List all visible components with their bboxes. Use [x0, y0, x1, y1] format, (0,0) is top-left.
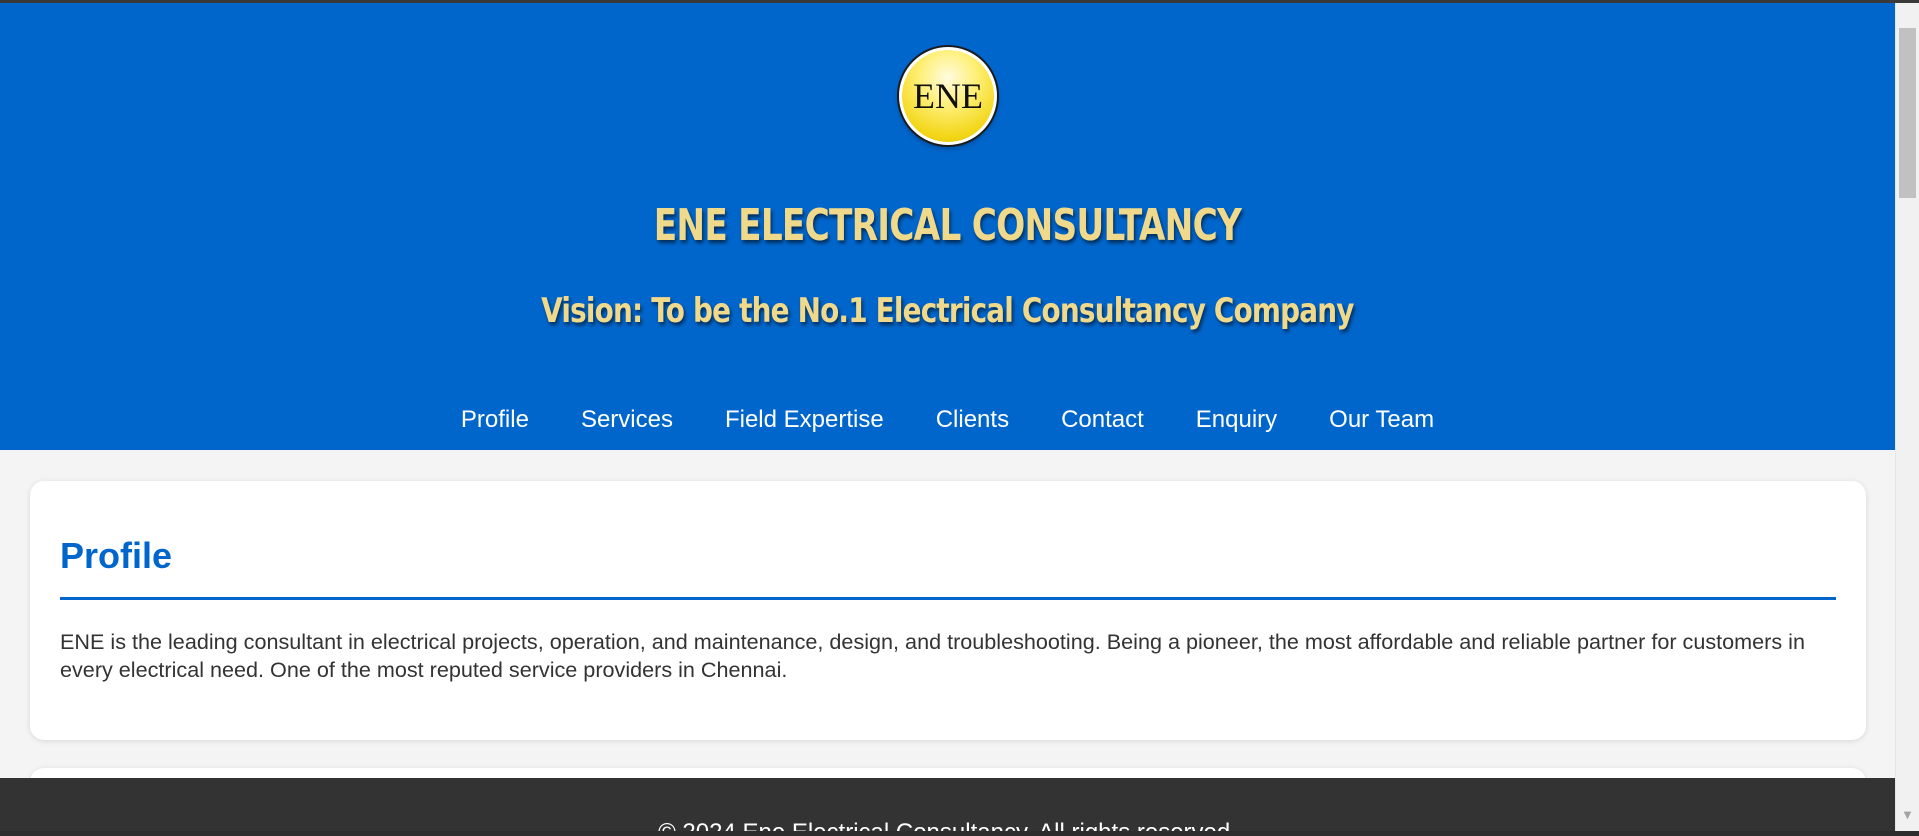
site-title: ENE ELECTRICAL CONSULTANCY: [653, 200, 1242, 251]
window-bottom-border: [0, 831, 1919, 836]
logo-text: ENE: [913, 76, 983, 116]
vertical-scrollbar[interactable]: ▲ ▼: [1895, 0, 1919, 836]
nav-item-enquiry[interactable]: Enquiry: [1196, 406, 1277, 434]
nav-item-services[interactable]: Services: [581, 406, 673, 434]
scroll-down-arrow-icon[interactable]: ▼: [1896, 806, 1919, 826]
company-logo: ENE: [899, 47, 997, 145]
nav-item-our-team[interactable]: Our Team: [1329, 406, 1434, 434]
page: ENE ENE ELECTRICAL CONSULTANCY Vision: T…: [0, 0, 1895, 836]
heading-divider: [60, 597, 1836, 600]
nav-item-field-expertise[interactable]: Field Expertise: [725, 406, 884, 434]
profile-heading: Profile: [60, 535, 173, 576]
scrollbar-thumb[interactable]: [1899, 28, 1916, 198]
nav-item-contact[interactable]: Contact: [1061, 406, 1144, 434]
site-footer: © 2024 Ene Electrical Consultancy. All r…: [0, 778, 1895, 836]
profile-section: Profile ENE is the leading consultant in…: [30, 481, 1866, 740]
site-header: ENE ENE ELECTRICAL CONSULTANCY Vision: T…: [0, 0, 1895, 450]
window-top-border: [0, 0, 1919, 3]
vision-statement: Vision: To be the No.1 Electrical Consul…: [541, 291, 1354, 331]
nav-item-profile[interactable]: Profile: [461, 406, 529, 434]
nav-item-clients[interactable]: Clients: [936, 406, 1009, 434]
browser-viewport: ENE ENE ELECTRICAL CONSULTANCY Vision: T…: [0, 0, 1919, 836]
profile-description: ENE is the leading consultant in electri…: [60, 629, 1805, 682]
main-nav: Profile Services Field Expertise Clients…: [0, 400, 1895, 440]
